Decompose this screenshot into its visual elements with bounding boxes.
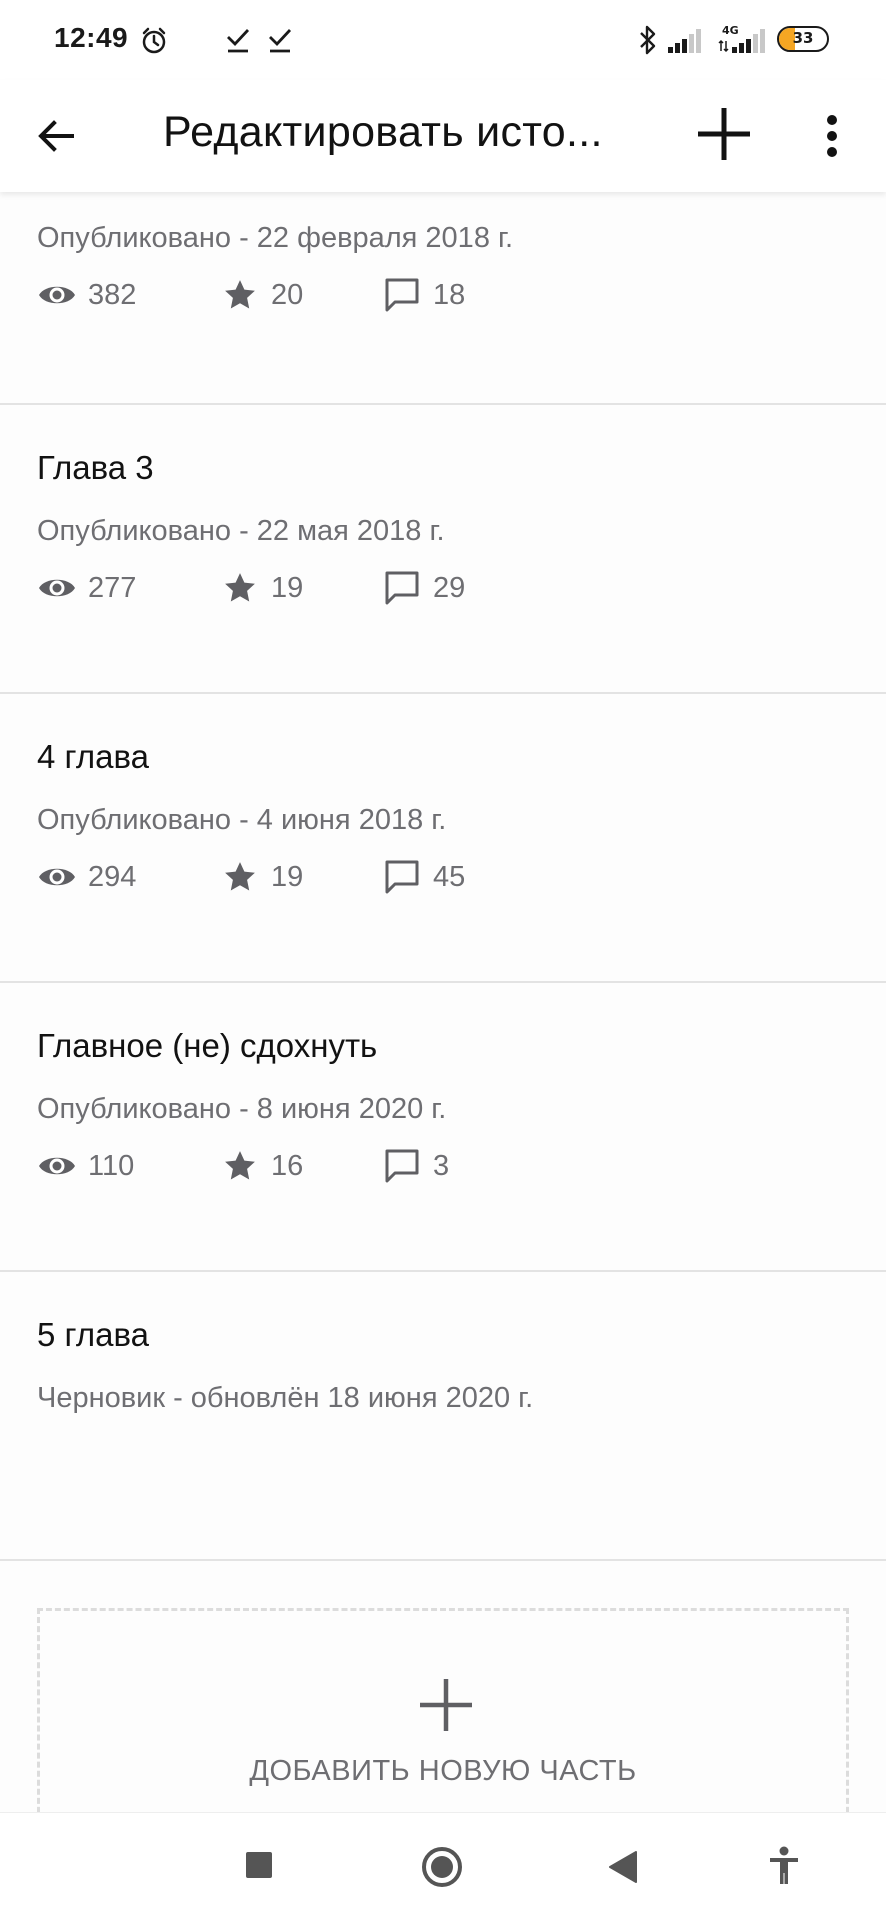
part-stats: 294 19 45 (37, 857, 637, 897)
star-icon (220, 1146, 260, 1186)
part-title: 4 глава (37, 738, 149, 775)
system-nav-bar (0, 1812, 886, 1920)
check-icon (267, 26, 293, 59)
home-circle-icon (422, 1847, 462, 1887)
plus-icon (420, 1679, 472, 1731)
views-stat: 294 (37, 857, 136, 897)
votes-count: 19 (271, 860, 304, 893)
add-new-part-button[interactable]: ДОБАВИТЬ НОВУЮ ЧАСТЬ (37, 1608, 849, 1840)
votes-count: 19 (271, 571, 304, 604)
views-count: 382 (88, 278, 137, 311)
signal-icon (718, 29, 766, 58)
votes-stat: 16 (220, 1146, 303, 1186)
star-icon (220, 857, 260, 897)
triangle-back-icon (609, 1851, 637, 1883)
accessibility-button[interactable] (768, 1846, 800, 1891)
part-status: Опубликовано - 22 февраля 2018 г. (37, 222, 514, 254)
parts-list: Опубликовано - 22 февраля 2018 г. 382 20… (0, 192, 886, 1561)
status-bar: 12:49 4G 33 (0, 0, 886, 80)
comment-icon (382, 275, 422, 315)
back-button[interactable] (24, 104, 88, 168)
accessibility-icon (770, 1846, 798, 1884)
page-title: Редактировать исто... (163, 108, 603, 156)
eye-icon (37, 275, 77, 315)
app-bar: Редактировать исто... (0, 80, 886, 192)
votes-count: 16 (271, 1149, 304, 1182)
votes-stat: 19 (220, 568, 303, 608)
eye-icon (37, 857, 77, 897)
alarm-icon (140, 27, 168, 60)
arrow-back-icon (38, 120, 74, 152)
part-title: Глава 3 (37, 449, 154, 486)
comments-stat: 3 (382, 1146, 449, 1186)
battery-icon: 33 (777, 26, 829, 52)
eye-icon (37, 1146, 77, 1186)
views-count: 277 (88, 571, 137, 604)
views-stat: 110 (37, 1146, 134, 1186)
square-icon (246, 1852, 272, 1878)
part-status: Опубликовано - 22 мая 2018 г. (37, 515, 445, 547)
comments-stat: 18 (382, 275, 465, 315)
home-button[interactable] (421, 1846, 463, 1893)
part-title: 5 глава (37, 1316, 149, 1353)
part-stats: 382 20 18 (37, 275, 637, 315)
list-item[interactable]: 5 глава Черновик - обновлён 18 июня 2020… (0, 1272, 886, 1561)
comment-icon (382, 857, 422, 897)
bluetooth-icon (638, 25, 658, 60)
comments-stat: 29 (382, 568, 465, 608)
more-options-button[interactable] (802, 104, 862, 168)
views-count: 294 (88, 860, 137, 893)
views-stat: 382 (37, 275, 136, 315)
battery-level: 33 (792, 29, 814, 47)
part-status: Опубликовано - 8 июня 2020 г. (37, 1093, 447, 1125)
part-title: Главное (не) сдохнуть (37, 1027, 378, 1064)
part-status: Опубликовано - 4 июня 2018 г. (37, 804, 447, 836)
comments-stat: 45 (382, 857, 465, 897)
eye-icon (37, 568, 77, 608)
list-item[interactable]: 4 глава Опубликовано - 4 июня 2018 г. 29… (0, 694, 886, 983)
check-icon (225, 26, 251, 59)
comments-count: 3 (433, 1149, 450, 1182)
comment-icon (382, 568, 422, 608)
part-stats: 277 19 29 (37, 568, 637, 608)
add-new-part-label: ДОБАВИТЬ НОВУЮ ЧАСТЬ (249, 1755, 637, 1787)
list-item[interactable]: Главное (не) сдохнуть Опубликовано - 8 и… (0, 983, 886, 1272)
add-button[interactable] (690, 100, 758, 168)
nav-back-button[interactable] (608, 1850, 638, 1889)
recents-button[interactable] (245, 1851, 273, 1884)
comments-count: 45 (433, 860, 466, 893)
votes-stat: 19 (220, 857, 303, 897)
status-time: 12:49 (54, 22, 129, 53)
plus-icon (698, 108, 750, 160)
part-stats: 110 16 3 (37, 1146, 637, 1186)
comments-count: 18 (433, 278, 466, 311)
views-stat: 277 (37, 568, 136, 608)
comments-count: 29 (433, 571, 466, 604)
signal-icon (668, 29, 704, 58)
comment-icon (382, 1146, 422, 1186)
views-count: 110 (88, 1149, 135, 1182)
part-status: Черновик - обновлён 18 июня 2020 г. (37, 1382, 534, 1414)
votes-count: 20 (271, 278, 304, 311)
list-item[interactable]: Глава 3 Опубликовано - 22 мая 2018 г. 27… (0, 405, 886, 694)
votes-stat: 20 (220, 275, 303, 315)
list-item[interactable]: Опубликовано - 22 февраля 2018 г. 382 20… (0, 192, 886, 405)
star-icon (220, 568, 260, 608)
star-icon (220, 275, 260, 315)
more-vert-icon (827, 115, 837, 157)
